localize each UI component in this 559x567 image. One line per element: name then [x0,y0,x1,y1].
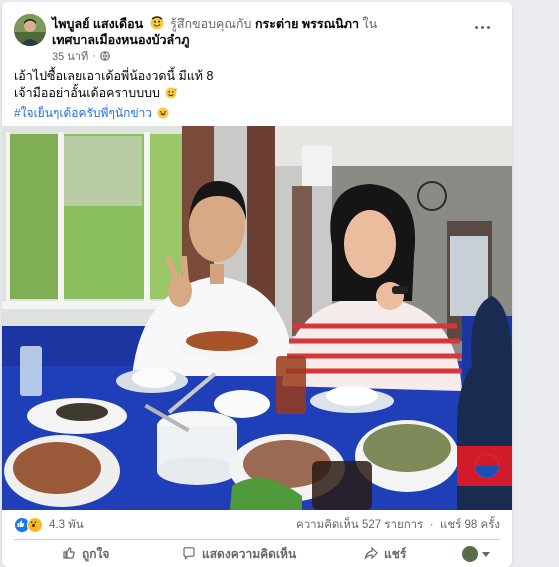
like-icon [62,546,76,563]
reaction-profile-selector[interactable] [462,546,490,562]
post-line-2-wrap: เจ้ามืออย่าอั้นเด้อคราบบบบ [14,85,500,102]
like-label: ถูกใจ [82,546,110,561]
share-button[interactable]: แชร์ [364,545,406,564]
post-header-text: ไพบูลย์ แสงเดือน รู้สึกขอบคุณกับ กระต่าย… [52,16,460,48]
post-photo[interactable] [2,126,512,510]
post-meta: 35 นาที · [52,47,110,65]
location-link[interactable]: เทศบาลเมืองหนองบัวลำภู [52,33,189,47]
post-stats: 4.3 พัน ความคิดเห็น 527 รายการ · แชร์ 98… [14,516,500,534]
tagged-person[interactable]: กระต่าย พรรณนิภา [255,17,359,31]
share-count[interactable]: แชร์ 98 ครั้ง [440,519,500,531]
share-icon [364,546,378,563]
author-name[interactable]: ไพบูลย์ แสงเดือน [52,17,143,31]
restaurant-photo [2,126,512,510]
laughing-face-icon [157,107,169,119]
share-label: แชร์ [384,546,407,561]
smiling-hearts-icon [165,87,178,99]
wow-reaction-icon [27,517,43,533]
reaction-count[interactable]: 4.3 พัน [49,516,84,534]
post-card: ไพบูลย์ แสงเดือน รู้สึกขอบคุณกับ กระต่าย… [2,2,512,567]
action-bar: ถูกใจ แสดงความคิดเห็น แชร์ [14,542,500,566]
stats-divider [14,539,500,540]
post-time[interactable]: 35 นาที [52,47,88,65]
comment-count[interactable]: ความคิดเห็น 527 รายการ [296,519,423,531]
location-prefix: ใน [362,17,378,31]
more-options-icon[interactable] [468,16,496,38]
separator-dot: · [92,50,96,62]
engagement-counts: ความคิดเห็น 527 รายการ · แชร์ 98 ครั้ง [296,519,500,531]
post-header: ไพบูลย์ แสงเดือน รู้สึกขอบคุณกับ กระต่าย… [14,14,500,63]
comment-label: แสดงความคิดเห็น [202,546,297,561]
hashtag-text[interactable]: #ใจเย็นๆเด้อครับพี่ๆนักข่าว [14,106,152,120]
profile-avatar-small [462,546,478,562]
comment-icon [182,546,196,563]
feeling-text: รู้สึกขอบคุณกับ [170,17,252,31]
hashtag-link[interactable]: #ใจเย็นๆเด้อครับพี่ๆนักข่าว [14,104,169,123]
post-line-2: เจ้ามืออย่าอั้นเด้อคราบบบบ [14,86,160,100]
author-avatar[interactable] [14,14,46,46]
like-button[interactable]: ถูกใจ [62,545,109,564]
chevron-down-icon [482,551,490,557]
globe-icon [100,51,110,61]
comment-button[interactable]: แสดงความคิดเห็น [182,545,296,564]
reactions-summary[interactable]: 4.3 พัน [14,516,84,534]
post-body: เอ้าไปซื้อเลยเอาเด้อพี่น้องวดนี้ มีแท้ 8… [14,68,500,102]
grinning-face-icon [150,16,164,30]
post-line-1: เอ้าไปซื้อเลยเอาเด้อพี่น้องวดนี้ มีแท้ 8 [14,69,214,83]
